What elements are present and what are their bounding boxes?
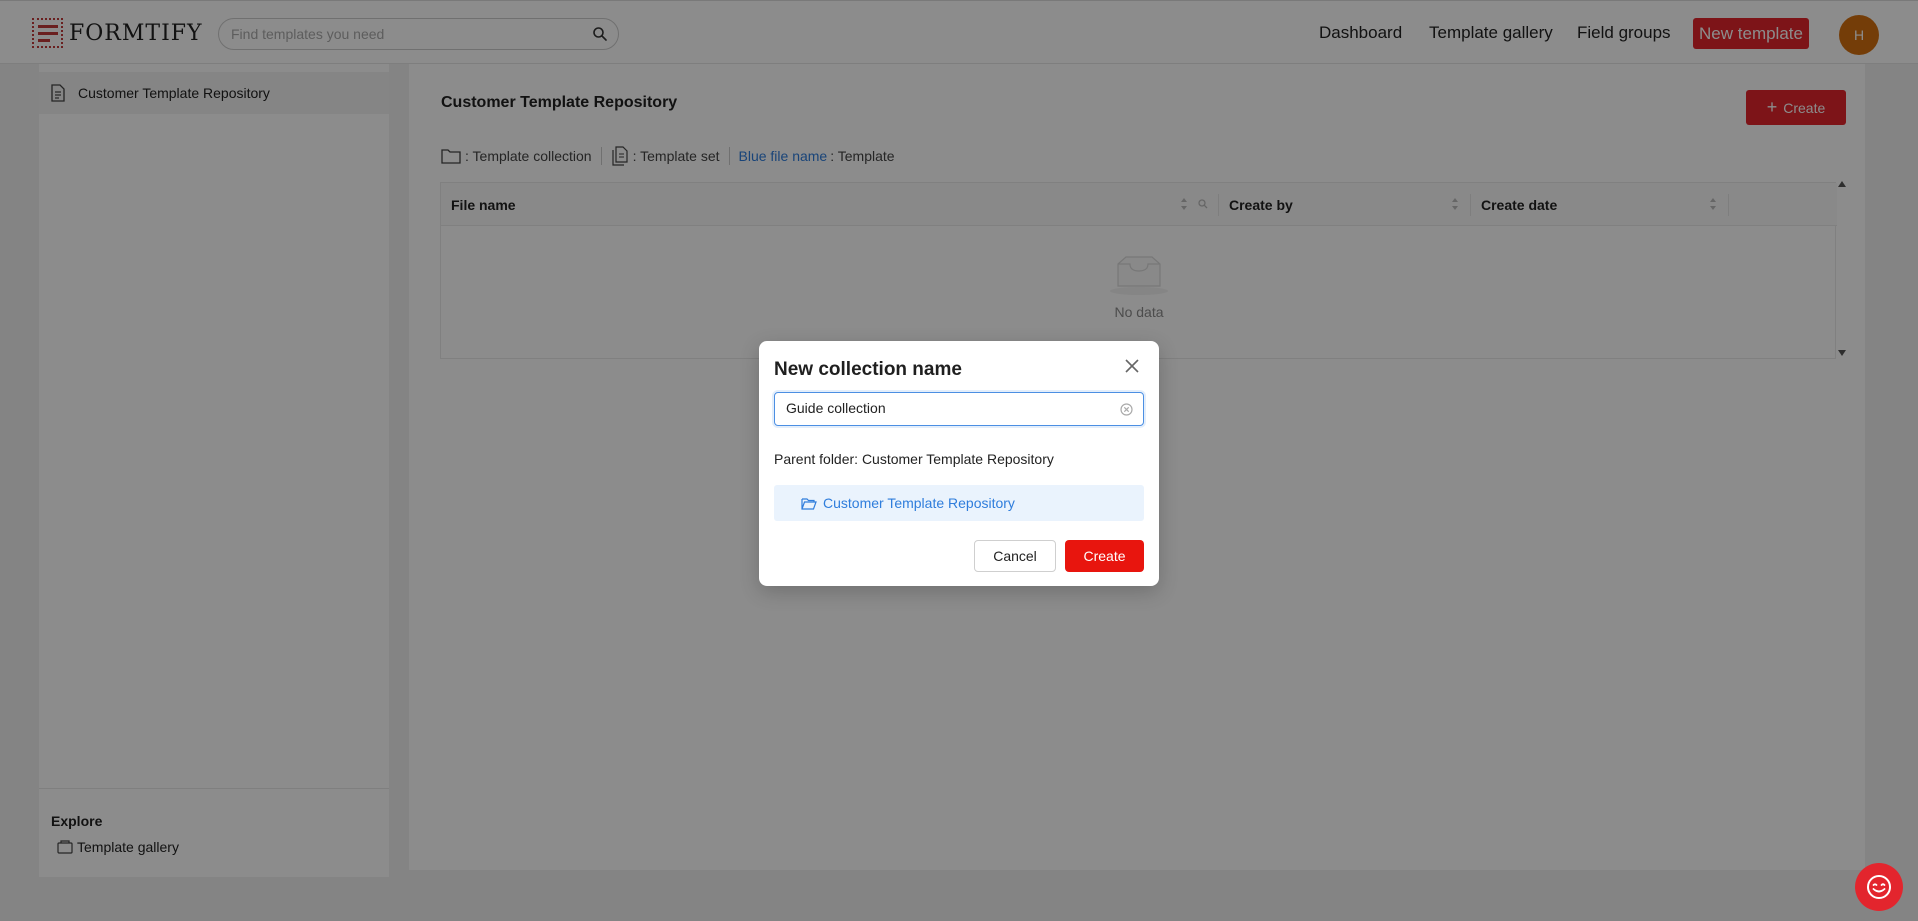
collection-name-input[interactable] [786, 400, 1106, 416]
folder-tree-label: Customer Template Repository [823, 495, 1015, 511]
cancel-button[interactable]: Cancel [974, 540, 1056, 572]
smiley-chat-icon [1867, 875, 1891, 899]
modal-title: New collection name [774, 359, 962, 380]
new-collection-modal: New collection name Parent folder: Custo… [759, 341, 1159, 586]
folder-open-icon [801, 497, 817, 510]
clear-input-icon[interactable] [1120, 403, 1133, 416]
folder-tree-item[interactable]: Customer Template Repository [774, 485, 1144, 521]
help-chat-button[interactable] [1855, 863, 1903, 911]
collection-name-field [774, 392, 1144, 426]
modal-create-button[interactable]: Create [1065, 540, 1144, 572]
close-icon[interactable] [1123, 357, 1141, 375]
parent-folder-label: Parent folder: Customer Template Reposit… [774, 451, 1054, 467]
